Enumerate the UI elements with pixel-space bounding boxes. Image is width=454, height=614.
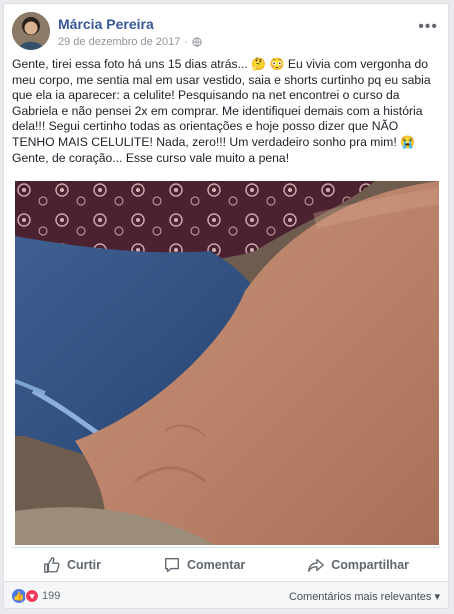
flushed-emoji: 😳 — [269, 57, 285, 71]
author-name[interactable]: Márcia Pereira — [58, 16, 154, 32]
post-footer: 👍 ♥ 199 Comentários mais relevantes ▾ — [4, 581, 448, 608]
share-label: Compartilhar — [331, 558, 410, 572]
comment-sort-dropdown[interactable]: Comentários mais relevantes ▾ — [289, 590, 440, 603]
post-actions: Curtir Comentar Compartilhar — [12, 547, 440, 582]
globe-icon — [192, 37, 202, 47]
like-label: Curtir — [66, 558, 101, 572]
like-reaction-icon: 👍 — [12, 589, 26, 603]
love-reaction-icon: ♥ — [25, 589, 39, 603]
post-date[interactable]: 29 de dezembro de 2017 — [58, 36, 180, 48]
meta-separator: · — [184, 36, 188, 48]
crying-emoji: 😭 — [400, 134, 416, 149]
like-icon — [44, 557, 60, 573]
post-meta: 29 de dezembro de 2017 · — [58, 36, 202, 48]
post-header: Márcia Pereira 29 de dezembro de 2017 · … — [12, 12, 440, 56]
post-text: Gente, tirei essa foto há uns 15 dias at… — [12, 57, 440, 166]
comment-icon — [164, 558, 179, 572]
post-text-part1: Gente, tirei essa foto há uns 15 dias at… — [12, 57, 252, 71]
avatar[interactable] — [12, 12, 50, 50]
post-card: Márcia Pereira 29 de dezembro de 2017 · … — [3, 3, 449, 609]
share-button[interactable]: Compartilhar — [307, 556, 409, 574]
thinking-emoji: 🤔 — [251, 57, 267, 71]
share-icon — [308, 558, 325, 572]
post-photo[interactable] — [15, 181, 439, 545]
reactions-summary[interactable]: 👍 ♥ 199 — [12, 589, 60, 603]
reaction-count: 199 — [42, 590, 61, 602]
more-icon[interactable]: ••• — [418, 18, 438, 36]
post-text-part3: Gente, de coração... Esse curso vale mui… — [12, 150, 290, 165]
comment-label: Comentar — [186, 558, 246, 572]
like-button[interactable]: Curtir — [43, 556, 101, 574]
comment-button[interactable]: Comentar — [163, 556, 245, 574]
